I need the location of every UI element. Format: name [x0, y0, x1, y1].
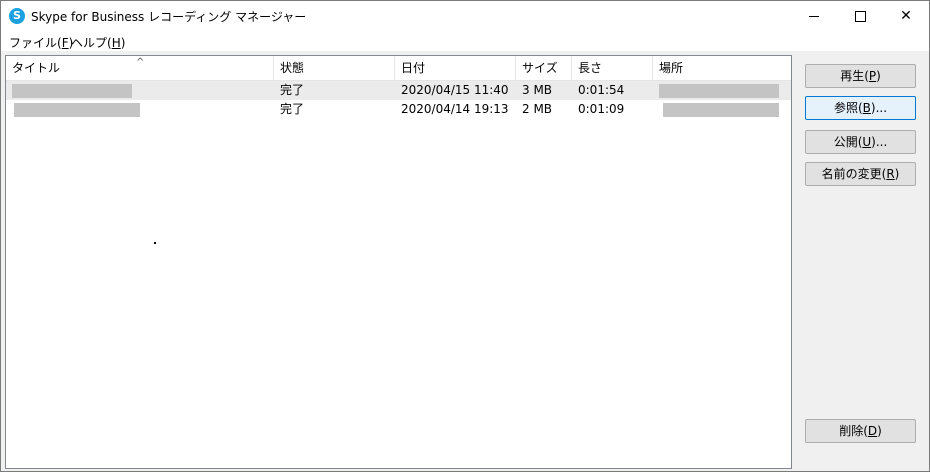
rename-label: 名前の変更( [821, 167, 887, 181]
cell-status: 完了 [280, 102, 305, 116]
minimize-button[interactable] [791, 1, 837, 32]
browse-accesskey: B [862, 101, 871, 115]
browse-label: 参照( [833, 101, 863, 115]
browse-suffix: )... [870, 101, 888, 115]
publish-button[interactable]: 公開(U)... [805, 130, 916, 154]
window-title: Skype for Business レコーディング マネージャー [31, 10, 307, 24]
skype-icon: S [9, 8, 25, 24]
delete-label: 削除( [839, 424, 868, 438]
close-icon: ✕ [900, 8, 912, 24]
play-suffix: ) [876, 69, 881, 83]
table-row[interactable]: 完了 2020/04/15 11:40 3 MB 0:01:54 [6, 81, 791, 100]
cell-size: 2 MB [522, 102, 553, 116]
cell-length: 0:01:54 [578, 83, 625, 97]
publish-accesskey: U [862, 135, 872, 149]
rename-button[interactable]: 名前の変更(R) [805, 162, 916, 186]
sort-ascending-icon: ^ [136, 57, 145, 68]
delete-accesskey: D [867, 424, 878, 438]
table-row[interactable]: 完了 2020/04/14 19:13 2 MB 0:01:09 [6, 100, 791, 119]
menu-help[interactable]: ヘルプ(H) [71, 34, 125, 51]
column-header-size[interactable]: サイズ [516, 56, 572, 80]
stray-pixel [154, 242, 156, 244]
rename-suffix: ) [894, 167, 900, 181]
rename-accesskey: R [886, 167, 895, 181]
minimize-icon [809, 15, 819, 17]
close-button[interactable]: ✕ [883, 1, 929, 32]
menu-bar: ファイル(F) ヘルプ(H) [1, 32, 929, 51]
column-header-date[interactable]: 日付 [395, 56, 516, 80]
column-header-location[interactable]: 場所 [653, 56, 791, 80]
redacted-location [663, 103, 779, 117]
publish-label: 公開( [833, 135, 863, 149]
cell-date: 2020/04/15 11:40 [401, 83, 509, 97]
maximize-icon [854, 10, 866, 22]
column-header-length[interactable]: 長さ [572, 56, 653, 80]
cell-size: 3 MB [522, 83, 553, 97]
delete-suffix: ) [877, 424, 882, 438]
menu-file-accesskey: F [61, 36, 69, 50]
cell-status: 完了 [280, 83, 305, 97]
list-header: タイトル ^ 状態 日付 サイズ 長さ 場所 [6, 56, 791, 81]
menu-file[interactable]: ファイル(F) [9, 34, 73, 51]
cell-date: 2020/04/14 19:13 [401, 102, 509, 116]
recordings-list[interactable]: タイトル ^ 状態 日付 サイズ 長さ 場所 完了 2020/04/15 11:… [5, 55, 792, 469]
menu-help-accesskey: H [111, 36, 121, 50]
column-header-title[interactable]: タイトル ^ [6, 56, 274, 80]
publish-suffix: )... [871, 135, 888, 149]
redacted-location [659, 84, 779, 98]
menu-help-suffix: ) [120, 36, 126, 50]
column-header-status[interactable]: 状態 [274, 56, 395, 80]
play-label: 再生( [840, 69, 869, 83]
column-title-label: タイトル [12, 61, 61, 75]
maximize-button[interactable] [837, 1, 883, 32]
cell-length: 0:01:09 [578, 102, 625, 116]
redacted-title [14, 103, 140, 117]
recording-manager-window: S Skype for Business レコーディング マネージャー ✕ ファ… [0, 0, 930, 472]
redacted-title [12, 84, 132, 98]
menu-file-label: ファイル( [9, 36, 62, 50]
title-bar[interactable]: S Skype for Business レコーディング マネージャー ✕ [1, 1, 929, 32]
browse-button[interactable]: 参照(B)... [805, 96, 916, 120]
menu-help-label: ヘルプ( [71, 36, 112, 50]
delete-button[interactable]: 削除(D) [805, 419, 916, 443]
play-button[interactable]: 再生(P) [805, 64, 916, 88]
